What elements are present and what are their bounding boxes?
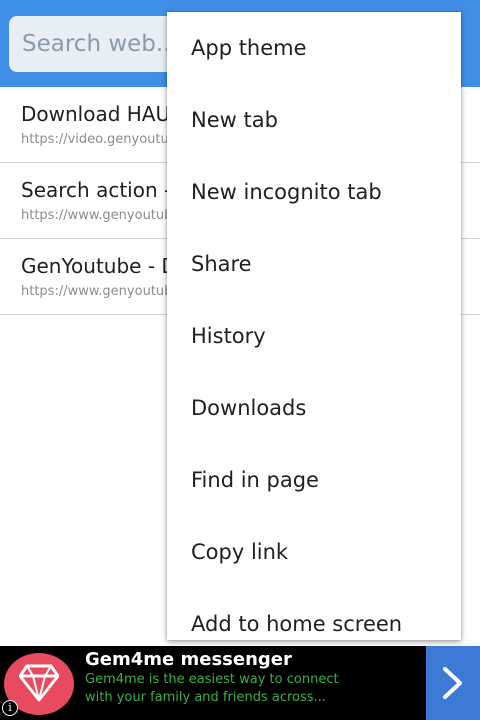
ad-info-icon[interactable]: i: [2, 700, 18, 716]
ad-banner[interactable]: Gem4me messenger Gem4me is the easiest w…: [0, 646, 480, 720]
ad-open-button[interactable]: [426, 646, 480, 720]
ad-title: Gem4me messenger: [85, 649, 292, 670]
overflow-menu: App theme New tab New incognito tab Shar…: [167, 12, 461, 640]
menu-item-add-to-home-screen[interactable]: Add to home screen: [167, 588, 461, 640]
menu-item-share[interactable]: Share: [167, 228, 461, 300]
search-input[interactable]: [9, 16, 184, 72]
ad-description-line-1: Gem4me is the easiest way to connect: [85, 672, 339, 687]
browser-screen: Download HAUTE COUTURE SHOW https://vide…: [0, 0, 480, 720]
menu-item-new-tab[interactable]: New tab: [167, 84, 461, 156]
ad-description-line-2: with your family and friends across...: [85, 690, 326, 705]
menu-item-find-in-page[interactable]: Find in page: [167, 444, 461, 516]
gem-icon: [19, 664, 59, 702]
search-box[interactable]: [9, 16, 184, 72]
menu-item-history[interactable]: History: [167, 300, 461, 372]
chevron-right-icon: [443, 667, 462, 699]
menu-item-copy-link[interactable]: Copy link: [167, 516, 461, 588]
menu-item-new-incognito-tab[interactable]: New incognito tab: [167, 156, 461, 228]
menu-item-app-theme[interactable]: App theme: [167, 12, 461, 84]
menu-item-downloads[interactable]: Downloads: [167, 372, 461, 444]
